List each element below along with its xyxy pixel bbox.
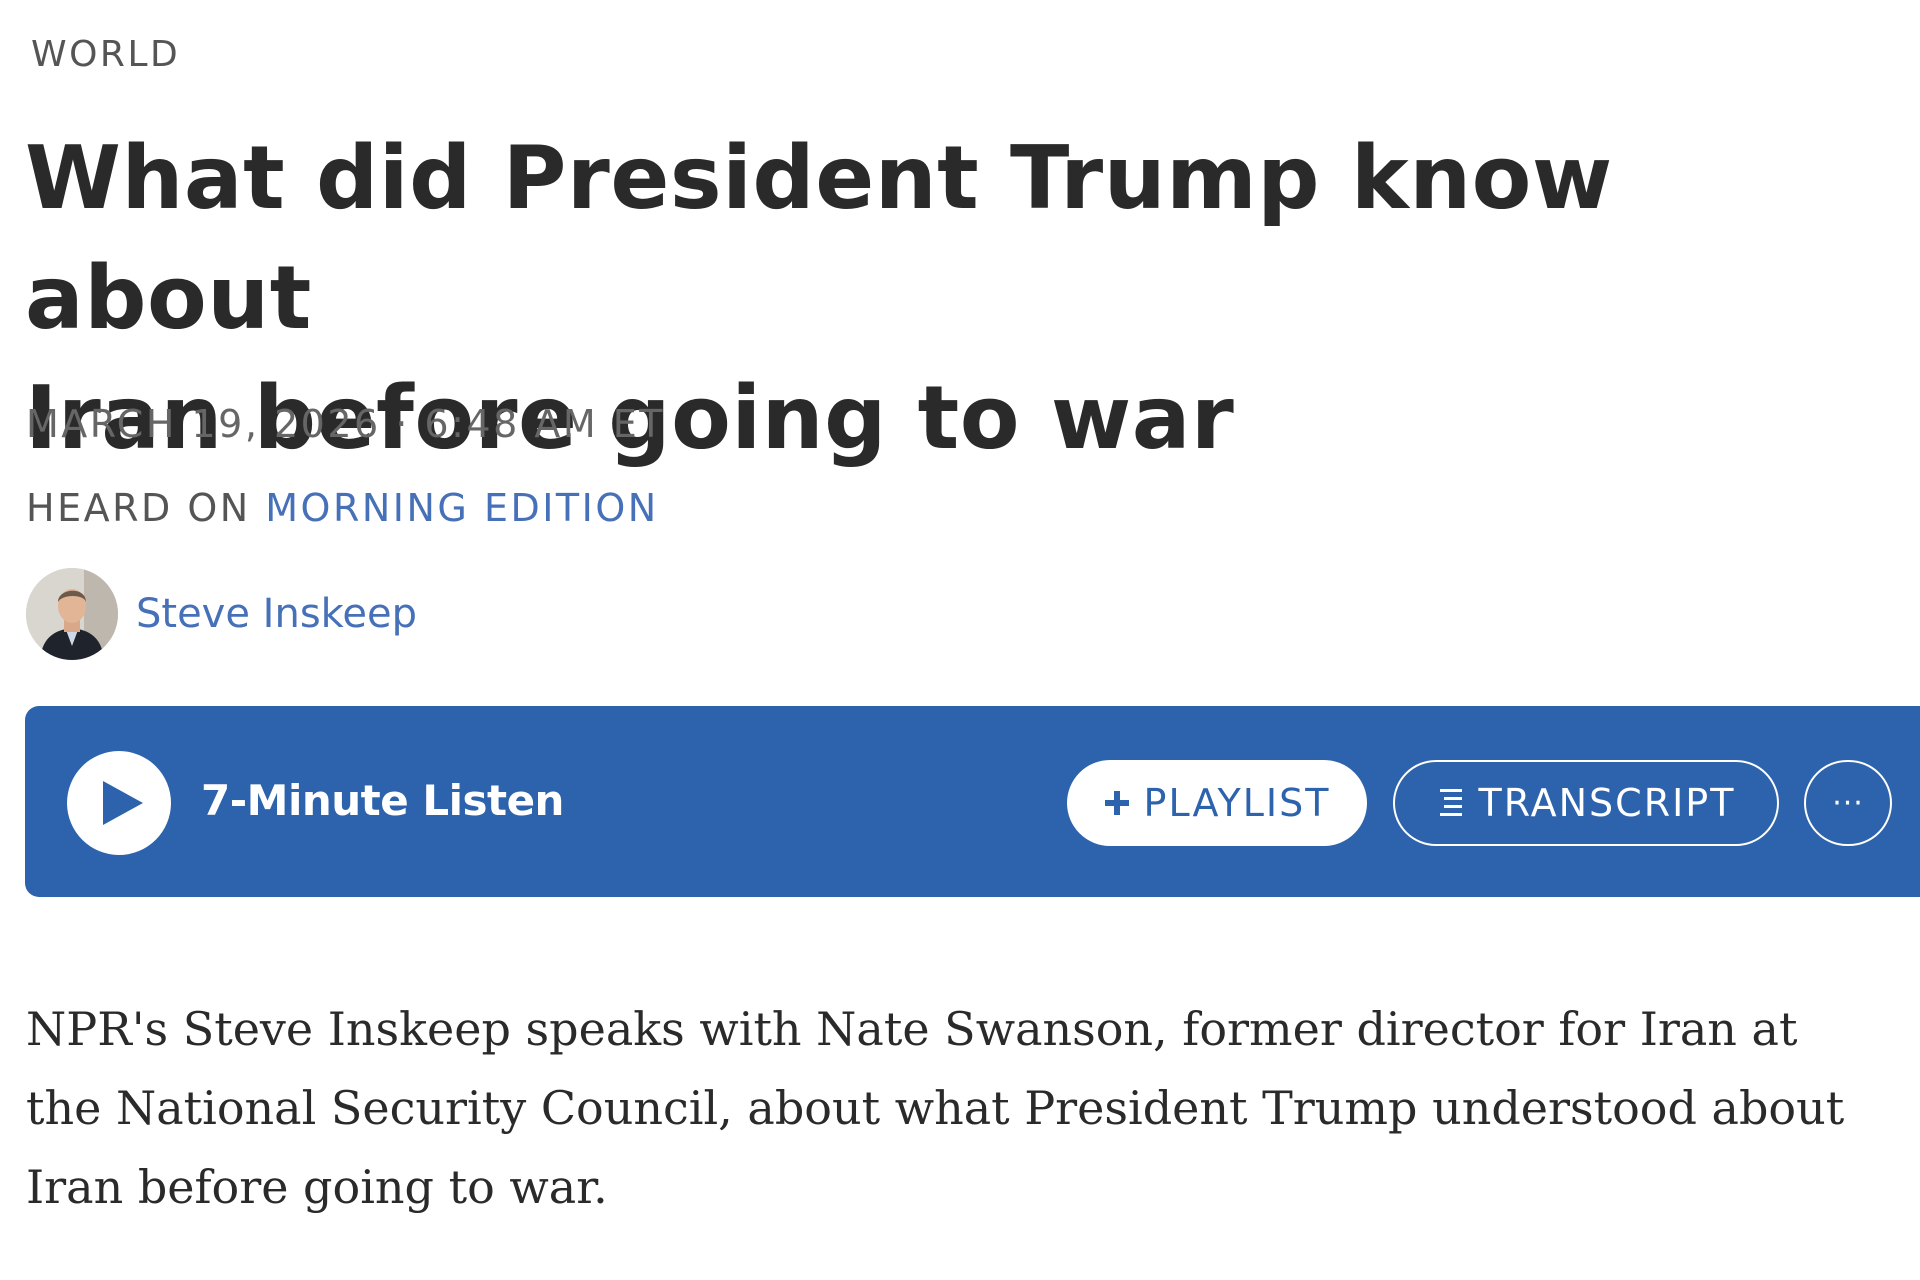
teaser-line-2: the National Security Council, about wha…	[26, 1081, 1845, 1135]
playlist-label: PLAYLIST	[1143, 781, 1331, 825]
dateline: MARCH 19, 2026 · 6:48 AM ET	[26, 402, 665, 446]
section-label[interactable]: WORLD	[31, 34, 180, 75]
heard-on-prefix: HEARD ON	[26, 486, 251, 530]
transcript-icon	[1437, 786, 1465, 820]
byline: Steve Inskeep	[26, 568, 417, 660]
plus-icon	[1104, 790, 1130, 816]
headline-line-1: What did President Trump know about	[25, 127, 1613, 349]
teaser-line-3: Iran before going to war.	[26, 1160, 608, 1214]
audio-player: 7-Minute Listen PLAYLIST TRANSCRIPT ···	[25, 706, 1920, 897]
article-teaser: NPR's Steve Inskeep speaks with Nate Swa…	[26, 990, 1920, 1227]
more-options-button[interactable]: ···	[1804, 760, 1892, 846]
author-avatar[interactable]	[26, 568, 118, 660]
article-page: WORLD What did President Trump know abou…	[0, 0, 1920, 1280]
play-button[interactable]	[67, 751, 171, 855]
heard-on: HEARD ON MORNING EDITION	[26, 486, 659, 530]
author-link[interactable]: Steve Inskeep	[136, 591, 417, 637]
listen-duration-label: 7-Minute Listen	[201, 776, 564, 825]
transcript-button[interactable]: TRANSCRIPT	[1393, 760, 1779, 846]
add-to-playlist-button[interactable]: PLAYLIST	[1067, 760, 1367, 846]
play-icon	[103, 781, 143, 825]
more-options-label: ···	[1832, 785, 1864, 821]
show-link[interactable]: MORNING EDITION	[265, 486, 658, 530]
teaser-line-1: NPR's Steve Inskeep speaks with Nate Swa…	[26, 1002, 1798, 1056]
transcript-label: TRANSCRIPT	[1478, 781, 1736, 825]
